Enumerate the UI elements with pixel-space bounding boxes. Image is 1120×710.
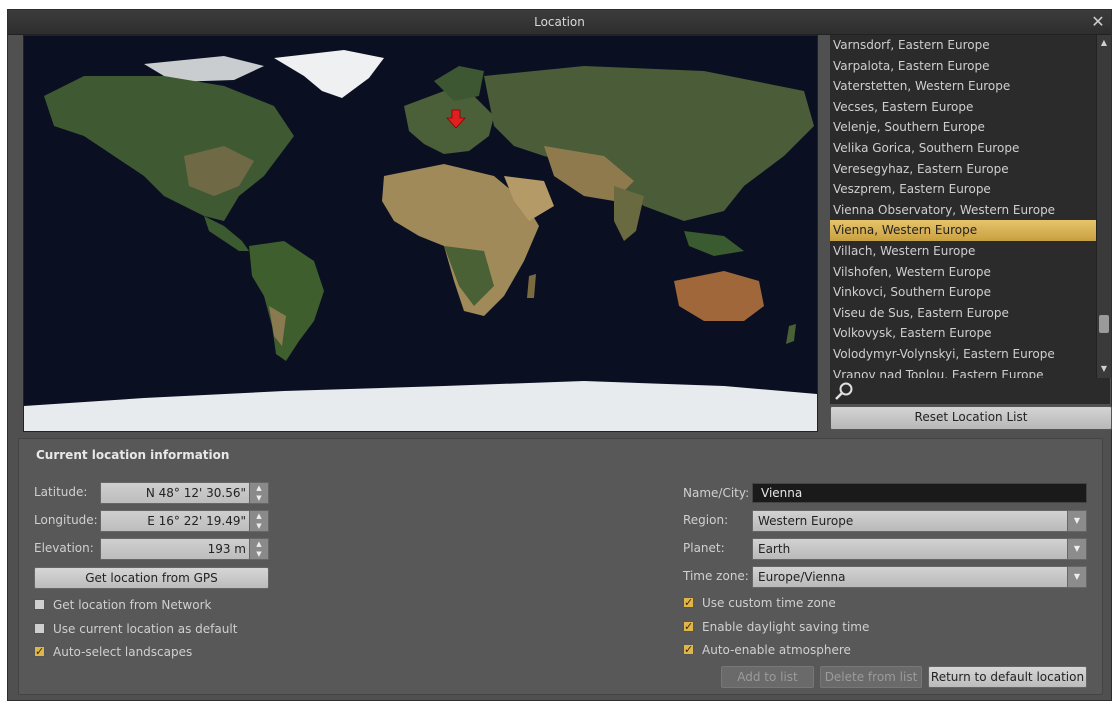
checkbox[interactable]	[34, 623, 45, 634]
timezone-value: Europe/Vienna	[758, 570, 846, 584]
city-list-item[interactable]: Veresegyhaz, Eastern Europe	[830, 159, 1105, 180]
checkbox-label: Use current location as default	[53, 622, 238, 636]
city-list-item[interactable]: Vienna, Western Europe	[830, 220, 1105, 241]
spin-arrows-icon[interactable]: ▲ ▼	[249, 483, 268, 503]
title-bar: Location ✕	[8, 10, 1111, 35]
latitude-value: N 48° 12' 30.56"	[145, 486, 246, 500]
current-location-panel: Current location information Latitude: N…	[18, 438, 1103, 695]
elevation-spinbox[interactable]: 193 m ▲ ▼	[100, 538, 269, 560]
region-label: Region:	[683, 513, 729, 527]
city-list-item[interactable]: Vaterstetten, Western Europe	[830, 76, 1105, 97]
spin-arrows-icon[interactable]: ▲ ▼	[249, 511, 268, 531]
section-title: Current location information	[36, 448, 230, 462]
city-list-item[interactable]: Veszprem, Eastern Europe	[830, 179, 1105, 200]
search-icon[interactable]	[834, 381, 854, 401]
checkbox-label: Enable daylight saving time	[702, 620, 870, 634]
planet-label: Planet:	[683, 541, 725, 555]
dropdown-arrow-icon[interactable]: ▼	[1067, 511, 1086, 531]
return-default-location-button[interactable]: Return to default location	[928, 666, 1087, 688]
elevation-value: 193 m	[207, 542, 246, 556]
city-list-item[interactable]: Viseu de Sus, Eastern Europe	[830, 303, 1105, 324]
dropdown-arrow-icon[interactable]: ▼	[1067, 539, 1086, 559]
region-value: Western Europe	[758, 514, 854, 528]
close-icon[interactable]: ✕	[1090, 10, 1106, 34]
planet-value: Earth	[758, 542, 791, 556]
city-list-item[interactable]: Varpalota, Eastern Europe	[830, 56, 1105, 77]
name-city-input[interactable]: Vienna	[752, 483, 1087, 503]
city-list-item[interactable]: Vranov nad Toplou, Eastern Europe	[830, 365, 1105, 379]
planet-combo[interactable]: Earth ▼	[752, 538, 1087, 560]
timezone-label: Time zone:	[683, 569, 749, 583]
longitude-value: E 16° 22' 19.49"	[147, 514, 246, 528]
checkbox-label: Auto-select landscapes	[53, 645, 193, 659]
elevation-label: Elevation:	[34, 541, 94, 555]
checkbox[interactable]	[683, 619, 694, 635]
scroll-thumb[interactable]	[1099, 315, 1109, 333]
timezone-combo[interactable]: Europe/Vienna ▼	[752, 566, 1087, 588]
location-window: Location ✕ Varnsdorf, Eastern Europe Var…	[7, 9, 1112, 701]
add-to-list-button[interactable]: Add to list	[721, 666, 814, 688]
world-map[interactable]	[23, 35, 818, 432]
latitude-label: Latitude:	[34, 485, 88, 499]
checkbox[interactable]	[34, 599, 45, 610]
city-list-item[interactable]: Volodymyr-Volynskyi, Eastern Europe	[830, 344, 1105, 365]
region-combo[interactable]: Western Europe ▼	[752, 510, 1087, 532]
get-location-gps-button[interactable]: Get location from GPS	[34, 567, 269, 589]
name-city-label: Name/City:	[683, 486, 750, 500]
longitude-label: Longitude:	[34, 513, 98, 527]
spin-arrows-icon[interactable]: ▲ ▼	[249, 539, 268, 559]
longitude-spinbox[interactable]: E 16° 22' 19.49" ▲ ▼	[100, 510, 269, 532]
checkbox[interactable]	[34, 644, 45, 660]
city-list-item[interactable]: Vinkovci, Southern Europe	[830, 282, 1105, 303]
reset-location-list-button[interactable]: Reset Location List	[830, 406, 1112, 430]
scroll-up-icon[interactable]: ▲	[1097, 37, 1111, 49]
city-list-item[interactable]: Velenje, Southern Europe	[830, 117, 1105, 138]
city-list-scrollbar[interactable]: ▲ ▼	[1096, 35, 1111, 378]
delete-from-list-button[interactable]: Delete from list	[820, 666, 922, 688]
checkbox-label: Use custom time zone	[702, 596, 836, 610]
window-title: Location	[534, 15, 585, 29]
latitude-spinbox[interactable]: N 48° 12' 30.56" ▲ ▼	[100, 482, 269, 504]
checkbox-label: Get location from Network	[53, 598, 212, 612]
city-list-item[interactable]: Villach, Western Europe	[830, 241, 1105, 262]
city-list-item[interactable]: Vecses, Eastern Europe	[830, 97, 1105, 118]
dropdown-arrow-icon[interactable]: ▼	[1067, 567, 1086, 587]
city-list-item[interactable]: Vienna Observatory, Western Europe	[830, 200, 1105, 221]
city-search[interactable]	[830, 378, 1110, 404]
city-list-item[interactable]: Velika Gorica, Southern Europe	[830, 138, 1105, 159]
city-list[interactable]: Varnsdorf, Eastern Europe Varpalota, East…	[830, 35, 1105, 378]
checkbox-label: Auto-enable atmosphere	[702, 643, 851, 657]
city-list-item[interactable]: Volkovysk, Eastern Europe	[830, 323, 1105, 344]
city-list-item[interactable]: Vilshofen, Western Europe	[830, 262, 1105, 283]
world-map-graphic	[24, 36, 817, 431]
checkbox[interactable]	[683, 595, 694, 611]
city-list-item[interactable]: Varnsdorf, Eastern Europe	[830, 35, 1105, 56]
checkbox[interactable]	[683, 642, 694, 658]
scroll-down-icon[interactable]: ▼	[1097, 363, 1111, 375]
